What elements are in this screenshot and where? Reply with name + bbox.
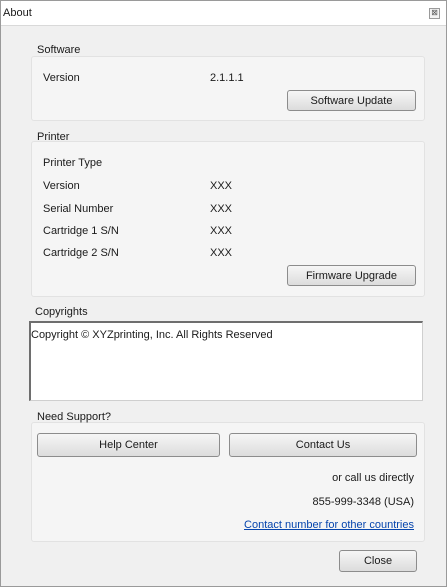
copyright-textbox[interactable]: Copyright © XYZprinting, Inc. All Rights…: [29, 321, 423, 401]
printer-group-title: Printer: [37, 131, 70, 143]
software-update-button[interactable]: Software Update: [287, 90, 416, 111]
about-dialog: About ⊠ Software Version 2.1.1.1 Softwar…: [0, 0, 447, 587]
software-version-label: Version: [43, 72, 80, 84]
cartridge-2-label: Cartridge 2 S/N: [43, 247, 119, 259]
phone-number: 855-999-3348 (USA): [312, 496, 414, 508]
copyrights-title: Copyrights: [35, 306, 88, 318]
serial-number-label: Serial Number: [43, 203, 114, 215]
printer-type-label: Printer Type: [43, 157, 103, 169]
software-group: [31, 56, 425, 121]
close-icon[interactable]: ⊠: [429, 8, 440, 19]
cartridge-1-value: XXX: [210, 225, 233, 237]
software-group-title: Software: [37, 44, 81, 56]
printer-version-label: Version: [43, 180, 80, 192]
cartridge-2-value: XXX: [210, 247, 233, 259]
copyright-text: Copyright © XYZprinting, Inc. All Rights…: [31, 329, 273, 341]
contact-us-button[interactable]: Contact Us: [229, 433, 417, 457]
printer-version-value: XXX: [210, 180, 233, 192]
support-group-title: Need Support?: [37, 411, 111, 423]
help-center-button[interactable]: Help Center: [37, 433, 220, 457]
title-bar: About ⊠: [1, 1, 446, 26]
call-directly-text: or call us directly: [332, 472, 414, 484]
software-version-value: 2.1.1.1: [210, 72, 244, 84]
other-countries-link[interactable]: Contact number for other countries: [244, 519, 414, 531]
close-button[interactable]: Close: [339, 550, 417, 572]
firmware-upgrade-button[interactable]: Firmware Upgrade: [287, 265, 416, 286]
cartridge-1-label: Cartridge 1 S/N: [43, 225, 119, 237]
window-title: About: [3, 7, 32, 19]
serial-number-value: XXX: [210, 203, 233, 215]
